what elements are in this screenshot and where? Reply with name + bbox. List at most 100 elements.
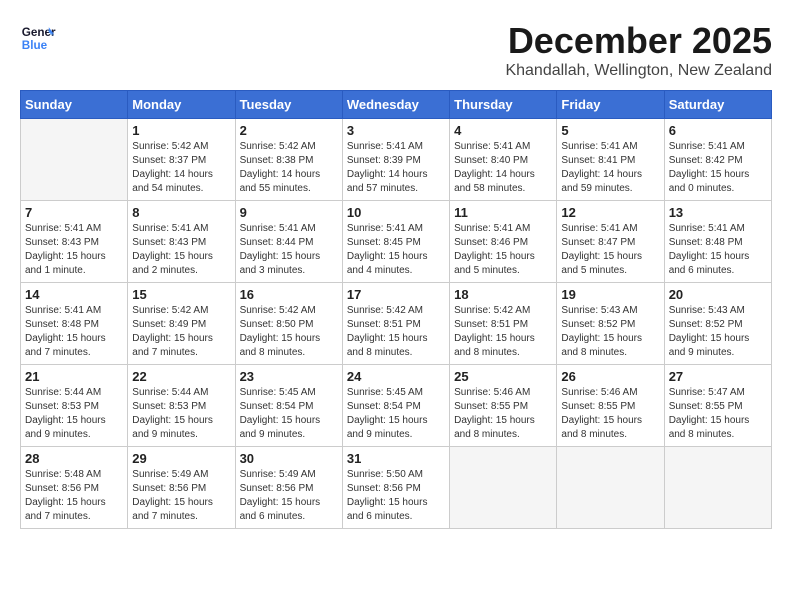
day-info: Sunrise: 5:45 AMSunset: 8:54 PMDaylight:… — [347, 386, 445, 442]
logo: General Blue — [20, 20, 60, 56]
day-number: 1 — [132, 123, 230, 138]
calendar-week-2: 7Sunrise: 5:41 AMSunset: 8:43 PMDaylight… — [21, 201, 772, 283]
day-number: 15 — [132, 287, 230, 302]
calendar-header-row: SundayMondayTuesdayWednesdayThursdayFrid… — [21, 91, 772, 119]
calendar-day-cell: 4Sunrise: 5:41 AMSunset: 8:40 PMDaylight… — [450, 119, 557, 201]
calendar-week-3: 14 Sunrise: 5:41 AMSunset: 8:48 PMDayligh… — [21, 283, 772, 365]
day-info: Sunrise: 5:41 AMSunset: 8:45 PMDaylight:… — [347, 222, 445, 278]
day-info: Sunrise: 5:42 AMSunset: 8:49 PMDaylight:… — [132, 304, 230, 360]
calendar-day-cell: 10 Sunrise: 5:41 AMSunset: 8:45 PMDayligh… — [342, 201, 449, 283]
day-number: 28 — [25, 451, 123, 466]
calendar-day-cell: 15 Sunrise: 5:42 AMSunset: 8:49 PMDayligh… — [128, 283, 235, 365]
calendar-header-monday: Monday — [128, 91, 235, 119]
day-info: Sunrise: 5:46 AMSunset: 8:55 PMDaylight:… — [561, 386, 659, 442]
calendar-day-cell: 6 Sunrise: 5:41 AMSunset: 8:42 PMDaylight… — [664, 119, 771, 201]
day-info: Sunrise: 5:41 AMSunset: 8:43 PMDaylight:… — [132, 222, 230, 278]
calendar-day-cell: 7Sunrise: 5:41 AMSunset: 8:43 PMDaylight… — [21, 201, 128, 283]
title-area: December 2025 Khandallah, Wellington, Ne… — [505, 20, 772, 80]
day-info: Sunrise: 5:49 AMSunset: 8:56 PMDaylight:… — [132, 468, 230, 524]
day-info: Sunrise: 5:42 AMSunset: 8:50 PMDaylight:… — [240, 304, 338, 360]
calendar-day-cell: 13 Sunrise: 5:41 AMSunset: 8:48 PMDayligh… — [664, 201, 771, 283]
day-number: 8 — [132, 205, 230, 220]
day-number: 30 — [240, 451, 338, 466]
calendar-day-cell: 5Sunrise: 5:41 AMSunset: 8:41 PMDaylight… — [557, 119, 664, 201]
calendar-day-cell: 23 Sunrise: 5:45 AMSunset: 8:54 PMDayligh… — [235, 365, 342, 447]
day-number: 19 — [561, 287, 659, 302]
day-number: 17 — [347, 287, 445, 302]
logo-icon: General Blue — [20, 20, 56, 56]
day-number: 3 — [347, 123, 445, 138]
day-info: Sunrise: 5:49 AMSunset: 8:56 PMDaylight:… — [240, 468, 338, 524]
day-info: Sunrise: 5:42 AMSunset: 8:51 PMDaylight:… — [347, 304, 445, 360]
calendar-day-cell: 26Sunrise: 5:46 AMSunset: 8:55 PMDayligh… — [557, 365, 664, 447]
calendar-day-cell: 14 Sunrise: 5:41 AMSunset: 8:48 PMDayligh… — [21, 283, 128, 365]
day-info: Sunrise: 5:44 AMSunset: 8:53 PMDaylight:… — [25, 386, 123, 442]
calendar-table: SundayMondayTuesdayWednesdayThursdayFrid… — [20, 90, 772, 529]
calendar-day-cell: 9 Sunrise: 5:41 AMSunset: 8:44 PMDaylight… — [235, 201, 342, 283]
day-number: 14 — [25, 287, 123, 302]
calendar-day-cell: 21 Sunrise: 5:44 AMSunset: 8:53 PMDayligh… — [21, 365, 128, 447]
calendar-header-thursday: Thursday — [450, 91, 557, 119]
calendar-day-cell: 2 Sunrise: 5:42 AMSunset: 8:38 PMDaylight… — [235, 119, 342, 201]
calendar-header-friday: Friday — [557, 91, 664, 119]
day-info: Sunrise: 5:41 AMSunset: 8:48 PMDaylight:… — [669, 222, 767, 278]
calendar-day-cell: 29 Sunrise: 5:49 AMSunset: 8:56 PMDayligh… — [128, 447, 235, 529]
calendar-header-tuesday: Tuesday — [235, 91, 342, 119]
day-number: 20 — [669, 287, 767, 302]
day-number: 6 — [669, 123, 767, 138]
day-number: 31 — [347, 451, 445, 466]
day-number: 22 — [132, 369, 230, 384]
day-info: Sunrise: 5:44 AMSunset: 8:53 PMDaylight:… — [132, 386, 230, 442]
day-number: 21 — [25, 369, 123, 384]
day-info: Sunrise: 5:41 AMSunset: 8:40 PMDaylight:… — [454, 140, 552, 196]
day-info: Sunrise: 5:42 AMSunset: 8:51 PMDaylight:… — [454, 304, 552, 360]
day-info: Sunrise: 5:48 AMSunset: 8:56 PMDaylight:… — [25, 468, 123, 524]
calendar-header-sunday: Sunday — [21, 91, 128, 119]
calendar-week-5: 28 Sunrise: 5:48 AMSunset: 8:56 PMDayligh… — [21, 447, 772, 529]
calendar-day-cell: 27 Sunrise: 5:47 AMSunset: 8:55 PMDayligh… — [664, 365, 771, 447]
day-number: 11 — [454, 205, 552, 220]
calendar-day-cell: 25Sunrise: 5:46 AMSunset: 8:55 PMDayligh… — [450, 365, 557, 447]
calendar-week-1: 1Sunrise: 5:42 AMSunset: 8:37 PMDaylight… — [21, 119, 772, 201]
day-number: 29 — [132, 451, 230, 466]
calendar-day-cell: 28 Sunrise: 5:48 AMSunset: 8:56 PMDayligh… — [21, 447, 128, 529]
day-number: 13 — [669, 205, 767, 220]
day-info: Sunrise: 5:41 AMSunset: 8:39 PMDaylight:… — [347, 140, 445, 196]
day-number: 27 — [669, 369, 767, 384]
day-info: Sunrise: 5:41 AMSunset: 8:46 PMDaylight:… — [454, 222, 552, 278]
calendar-day-cell: 12 Sunrise: 5:41 AMSunset: 8:47 PMDayligh… — [557, 201, 664, 283]
day-number: 24 — [347, 369, 445, 384]
calendar-day-cell: 11 Sunrise: 5:41 AMSunset: 8:46 PMDayligh… — [450, 201, 557, 283]
day-info: Sunrise: 5:43 AMSunset: 8:52 PMDaylight:… — [561, 304, 659, 360]
calendar-day-cell — [450, 447, 557, 529]
calendar-day-cell: 18Sunrise: 5:42 AMSunset: 8:51 PMDayligh… — [450, 283, 557, 365]
day-info: Sunrise: 5:42 AMSunset: 8:38 PMDaylight:… — [240, 140, 338, 196]
day-number: 9 — [240, 205, 338, 220]
day-number: 2 — [240, 123, 338, 138]
day-number: 10 — [347, 205, 445, 220]
day-info: Sunrise: 5:41 AMSunset: 8:47 PMDaylight:… — [561, 222, 659, 278]
day-number: 12 — [561, 205, 659, 220]
day-info: Sunrise: 5:45 AMSunset: 8:54 PMDaylight:… — [240, 386, 338, 442]
calendar-day-cell: 19 Sunrise: 5:43 AMSunset: 8:52 PMDayligh… — [557, 283, 664, 365]
calendar-day-cell: 3 Sunrise: 5:41 AMSunset: 8:39 PMDaylight… — [342, 119, 449, 201]
calendar-day-cell — [557, 447, 664, 529]
calendar-day-cell: 16 Sunrise: 5:42 AMSunset: 8:50 PMDayligh… — [235, 283, 342, 365]
day-number: 16 — [240, 287, 338, 302]
calendar-week-4: 21 Sunrise: 5:44 AMSunset: 8:53 PMDayligh… — [21, 365, 772, 447]
day-info: Sunrise: 5:47 AMSunset: 8:55 PMDaylight:… — [669, 386, 767, 442]
day-info: Sunrise: 5:41 AMSunset: 8:43 PMDaylight:… — [25, 222, 123, 278]
calendar-day-cell: 31 Sunrise: 5:50 AMSunset: 8:56 PMDayligh… — [342, 447, 449, 529]
calendar-day-cell: 8 Sunrise: 5:41 AMSunset: 8:43 PMDaylight… — [128, 201, 235, 283]
calendar-day-cell: 30 Sunrise: 5:49 AMSunset: 8:56 PMDayligh… — [235, 447, 342, 529]
calendar-day-cell — [664, 447, 771, 529]
day-info: Sunrise: 5:50 AMSunset: 8:56 PMDaylight:… — [347, 468, 445, 524]
day-info: Sunrise: 5:41 AMSunset: 8:41 PMDaylight:… — [561, 140, 659, 196]
day-number: 25 — [454, 369, 552, 384]
day-info: Sunrise: 5:41 AMSunset: 8:44 PMDaylight:… — [240, 222, 338, 278]
day-number: 23 — [240, 369, 338, 384]
day-info: Sunrise: 5:41 AMSunset: 8:42 PMDaylight:… — [669, 140, 767, 196]
header: General Blue December 2025 Khandallah, W… — [20, 20, 772, 80]
calendar-header-saturday: Saturday — [664, 91, 771, 119]
day-info: Sunrise: 5:41 AMSunset: 8:48 PMDaylight:… — [25, 304, 123, 360]
